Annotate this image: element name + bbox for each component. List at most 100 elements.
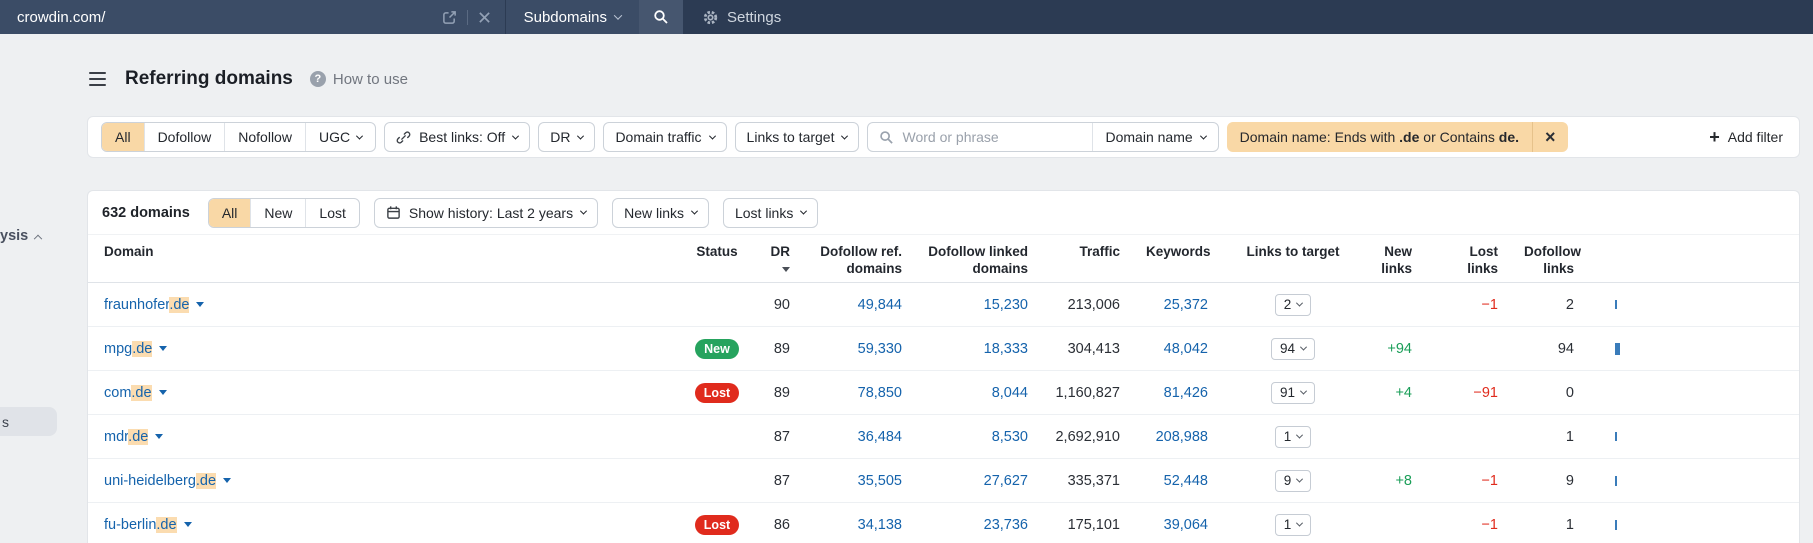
domain-link[interactable]: mdr.de [104, 428, 149, 445]
open-external-link-icon[interactable] [442, 10, 457, 25]
domain-caret-icon[interactable] [223, 478, 232, 483]
settings-button[interactable]: Settings [702, 0, 781, 34]
tab-status-new[interactable]: New [251, 198, 307, 227]
col-header-lost-links[interactable]: Lost links [1438, 244, 1524, 278]
domain-cell: com.de [100, 384, 674, 401]
links-to-target-select[interactable]: 1 [1274, 513, 1312, 536]
dofollow-links-value: 94 [1557, 340, 1574, 357]
word-or-phrase-input[interactable] [902, 129, 1082, 145]
col-header-dofollow-links[interactable]: Dofollow links [1524, 244, 1600, 278]
how-to-use-link[interactable]: ? How to use [309, 71, 408, 88]
links-to-target-select[interactable]: 94 [1270, 337, 1316, 360]
links-to-target-select[interactable]: 1 [1274, 425, 1312, 448]
best-links-filter-button[interactable]: Best links: Off [384, 122, 531, 152]
show-history-dropdown[interactable]: Show history: Last 2 years [373, 197, 599, 228]
dofollow-linked-domains-value[interactable]: 15,230 [928, 297, 1054, 313]
dofollow-linked-domains-value[interactable]: 27,627 [928, 473, 1054, 489]
chevron-down-icon [1296, 431, 1304, 439]
tab-status-lost[interactable]: Lost [306, 199, 358, 227]
keywords-value[interactable]: 208,988 [1146, 429, 1234, 445]
best-links-label: Best links: Off [419, 129, 506, 145]
tab-ugc[interactable]: UGC [306, 123, 375, 151]
dofollow-linked-domains-value[interactable]: 23,736 [928, 517, 1054, 533]
dofollow-linked-domains-value[interactable]: 8,044 [928, 385, 1054, 401]
domain-name: mpg [104, 340, 133, 357]
col-header-new-links[interactable]: New links [1352, 244, 1438, 278]
dr-value: 89 [773, 340, 790, 357]
domain-link[interactable]: fraunhofer.de [104, 296, 190, 313]
tab-dofollow[interactable]: Dofollow [145, 123, 226, 151]
dr-value: 87 [773, 428, 790, 445]
domain-link[interactable]: fu-berlin.de [104, 516, 177, 533]
search-scope-dropdown[interactable]: Domain name [1092, 123, 1217, 151]
dofollow-ref-domains-value[interactable]: 59,330 [816, 341, 928, 357]
history-bar [1615, 519, 1617, 530]
active-filter-chip[interactable]: Domain name: Ends with .de or Contains d… [1226, 122, 1568, 152]
keywords-value[interactable]: 52,448 [1146, 473, 1234, 489]
lost-links-dropdown[interactable]: Lost links [722, 197, 819, 228]
domain-link[interactable]: com.de [104, 384, 152, 401]
menu-icon[interactable] [87, 70, 108, 88]
sidebar-item-fragment[interactable]: s [0, 407, 57, 436]
dofollow-ref-domains-value[interactable]: 34,138 [816, 517, 928, 533]
keywords-value[interactable]: 81,426 [1146, 385, 1234, 401]
dofollow-linked-domains-value[interactable]: 8,530 [928, 429, 1054, 445]
keywords-value[interactable]: 48,042 [1146, 341, 1234, 357]
dofollow-ref-domains-value[interactable]: 35,505 [816, 473, 928, 489]
col-header-dr[interactable]: DR [760, 244, 816, 278]
tab-all-links[interactable]: All [102, 123, 145, 151]
sidebar-section-fragment[interactable]: ysis [0, 228, 43, 244]
tab-nofollow[interactable]: Nofollow [225, 123, 306, 151]
history-spark-cell [1600, 519, 1787, 530]
dofollow-ref-domains-value[interactable]: 49,844 [816, 297, 928, 313]
add-filter-button[interactable]: + Add filter [1709, 128, 1786, 146]
tab-status-all[interactable]: All [208, 198, 252, 227]
keywords-value[interactable]: 39,064 [1146, 517, 1234, 533]
target-url-input[interactable] [0, 0, 442, 34]
lost-links-dropdown-label: Lost links [734, 204, 794, 221]
col-header-dofollow-ref-domains[interactable]: Dofollow ref. domains [816, 244, 928, 278]
show-history-label: Show history: Last 2 years [408, 204, 574, 221]
table-row: fu-berlin.de Lost 86 34,138 23,736 175,1… [88, 503, 1799, 543]
col-header-links-to-target[interactable]: Links to target [1234, 244, 1352, 261]
search-icon [879, 130, 894, 145]
status-cell: Lost [674, 514, 760, 535]
dofollow-ref-domains-value[interactable]: 36,484 [816, 429, 928, 445]
dofollow-linked-domains-value[interactable]: 18,333 [928, 341, 1054, 357]
domain-caret-icon[interactable] [155, 434, 164, 439]
col-header-status[interactable]: Status [674, 244, 760, 261]
links-to-target-value: 2 [1283, 297, 1292, 312]
col-header-dofollow-linked-domains[interactable]: Dofollow linked domains [928, 244, 1054, 278]
links-to-target-value: 1 [1283, 517, 1292, 532]
domain-caret-icon[interactable] [158, 390, 167, 395]
domain-caret-icon[interactable] [183, 522, 192, 527]
links-to-target-filter-button[interactable]: Links to target [734, 122, 860, 152]
dofollow-ref-domains-value[interactable]: 78,850 [816, 385, 928, 401]
domain-traffic-label: Domain traffic [615, 129, 702, 145]
col-header-traffic[interactable]: Traffic [1054, 244, 1146, 261]
links-to-target-cell: 91 [1234, 381, 1352, 404]
new-links-dropdown[interactable]: New links [612, 197, 709, 228]
col-header-domain[interactable]: Domain [100, 244, 674, 261]
keywords-value[interactable]: 25,372 [1146, 297, 1234, 313]
clear-input-icon[interactable] [478, 11, 491, 24]
link-icon [396, 130, 411, 145]
dr-filter-button[interactable]: DR [538, 122, 596, 152]
links-to-target-select[interactable]: 91 [1270, 381, 1316, 404]
domain-traffic-filter-button[interactable]: Domain traffic [603, 122, 727, 152]
col-header-keywords[interactable]: Keywords [1146, 244, 1234, 261]
search-button[interactable] [639, 0, 683, 34]
links-to-target-select[interactable]: 9 [1274, 469, 1312, 492]
gear-icon [702, 9, 719, 26]
chevron-down-icon [690, 207, 699, 215]
links-to-target-select[interactable]: 2 [1274, 293, 1312, 316]
remove-filter-icon[interactable]: × [1532, 122, 1568, 152]
lost-links-value: −1 [1481, 296, 1498, 313]
domain-caret-icon[interactable] [196, 302, 205, 307]
domain-link[interactable]: mpg.de [104, 340, 153, 357]
target-mode-dropdown[interactable]: Subdomains [506, 9, 639, 26]
new-links-cell: +8 [1352, 473, 1438, 489]
domain-caret-icon[interactable] [159, 346, 168, 351]
lost-links-value: −91 [1473, 384, 1498, 401]
domain-link[interactable]: uni-heidelberg.de [104, 472, 217, 489]
